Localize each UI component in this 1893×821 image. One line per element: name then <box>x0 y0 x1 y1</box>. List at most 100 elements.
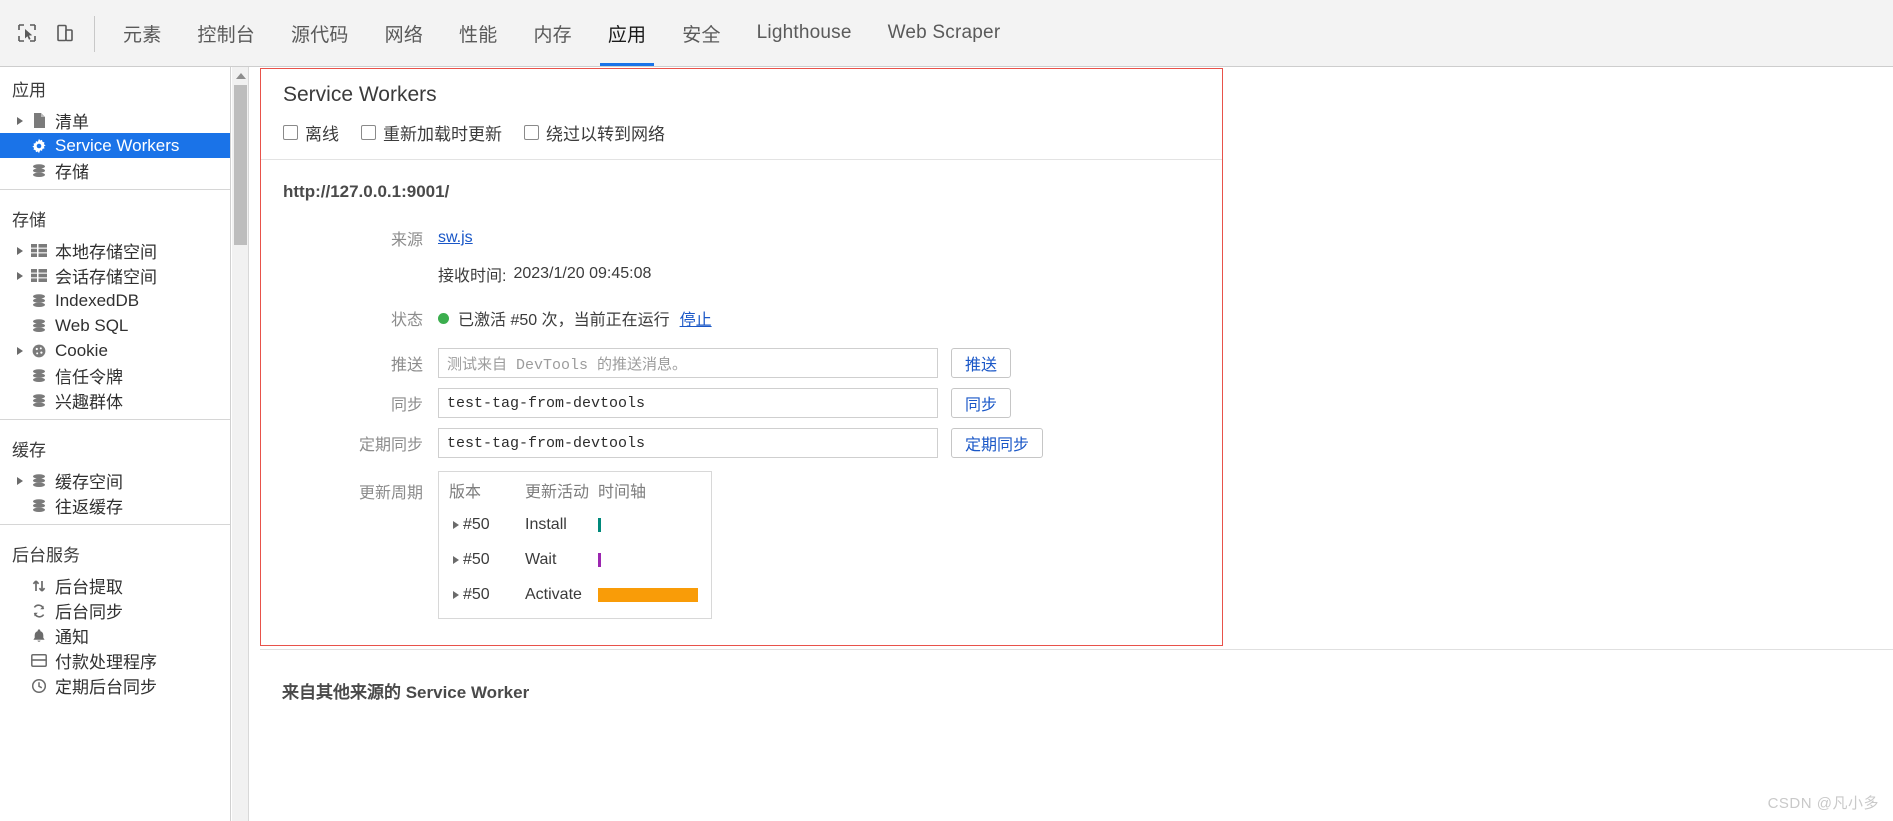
sidebar-item-session-storage[interactable]: 会话存储空间 <box>0 263 230 288</box>
row-activity: Activate <box>525 585 582 603</box>
chevron-right-icon[interactable] <box>12 117 28 125</box>
sidebar-item-interest-groups[interactable]: 兴趣群体 <box>0 388 230 413</box>
chevron-right-icon[interactable] <box>12 347 28 355</box>
source-file-link[interactable]: sw.js <box>438 229 473 247</box>
sidebar-item-label: 往返缓存 <box>55 498 123 517</box>
sync-input[interactable]: test-tag-from-devtools <box>438 388 938 418</box>
tab-elements[interactable]: 元素 <box>105 0 179 66</box>
tab-application[interactable]: 应用 <box>590 0 664 66</box>
periodic-sync-input[interactable]: test-tag-from-devtools <box>438 428 938 458</box>
table-row[interactable]: #50 Activate <box>439 577 711 612</box>
sidebar-item-label: 缓存空间 <box>55 473 123 492</box>
sidebar-item-local-storage[interactable]: 本地存储空间 <box>0 238 230 263</box>
scroll-up-arrow-icon[interactable] <box>232 67 249 84</box>
sidebar-item-label: 后台同步 <box>55 603 123 622</box>
push-button[interactable]: 推送 <box>951 348 1012 378</box>
row-version: #50 <box>463 515 490 533</box>
device-toolbar-icon[interactable] <box>46 0 84 66</box>
stop-link[interactable]: 停止 <box>680 306 712 330</box>
sidebar-item-label: Service Workers <box>55 135 180 155</box>
application-sidebar: 应用 清单 Service Workers 存储 存储 本地存储空间 会话存储空… <box>0 67 231 821</box>
update-on-reload-checkbox-row[interactable]: 重新加载时更新 <box>361 120 502 145</box>
sidebar-item-back-forward-cache[interactable]: 往返缓存 <box>0 493 230 518</box>
sidebar-item-storage[interactable]: 存储 <box>0 158 230 183</box>
row-version: #50 <box>463 585 490 603</box>
tab-sources[interactable]: 源代码 <box>273 0 367 66</box>
sidebar-item-manifest[interactable]: 清单 <box>0 108 230 133</box>
offline-checkbox-row[interactable]: 离线 <box>283 120 339 145</box>
sidebar-item-cache-storage[interactable]: 缓存空间 <box>0 468 230 493</box>
database-icon <box>28 498 50 514</box>
sidebar-item-background-fetch[interactable]: 后台提取 <box>0 573 230 598</box>
chevron-right-icon[interactable] <box>449 521 463 529</box>
watermark: CSDN @凡小多 <box>1767 795 1879 812</box>
sync-icon <box>28 603 50 619</box>
update-cycle-table: 版本 更新活动 时间轴 #50 Install #50 Wait #50 Act… <box>438 471 712 619</box>
sidebar-item-periodic-background-sync[interactable]: 定期后台同步 <box>0 673 230 698</box>
chevron-right-icon[interactable] <box>12 247 28 255</box>
source-label: 来源 <box>390 232 423 249</box>
sync-button[interactable]: 同步 <box>951 388 1012 418</box>
sync-row: 同步 test-tag-from-devtools 同步 <box>283 388 1222 418</box>
chevron-right-icon[interactable] <box>12 477 28 485</box>
table-row[interactable]: #50 Wait <box>439 542 711 577</box>
update-cycle-row: 更新周期 版本 更新活动 时间轴 #50 Install #50 Wait #5… <box>283 471 1222 619</box>
database-icon <box>28 393 50 409</box>
update-on-reload-checkbox[interactable] <box>361 125 376 140</box>
chevron-right-icon[interactable] <box>12 272 28 280</box>
source-row: 来源 sw.js <box>283 224 1222 252</box>
push-row: 推送 测试来自 DevTools 的推送消息。 推送 <box>283 348 1222 378</box>
tab-performance[interactable]: 性能 <box>441 0 515 66</box>
sidebar-item-label: 信任令牌 <box>55 368 123 387</box>
sidebar-group-header: 应用 <box>12 81 46 100</box>
timeline-bar <box>598 517 601 532</box>
sidebar-item-payment-handler[interactable]: 付款处理程序 <box>0 648 230 673</box>
sidebar-group-header: 缓存 <box>12 441 46 460</box>
service-worker-details: http://127.0.0.1:9001/ 来源 sw.js 接收时间: 20… <box>261 160 1222 645</box>
service-worker-origin: http://127.0.0.1:9001/ <box>283 182 450 201</box>
received-value: 2023/1/20 09:45:08 <box>513 265 652 282</box>
other-origins-section: 来自其他来源的 Service Worker <box>260 649 1893 703</box>
offline-label: 离线 <box>305 125 339 144</box>
column-header-version: 版本 <box>449 483 482 501</box>
row-activity: Install <box>525 515 567 533</box>
sidebar-item-cookie[interactable]: Cookie <box>0 338 230 363</box>
sidebar-item-label: 定期后台同步 <box>55 678 157 697</box>
sidebar-item-trust-tokens[interactable]: 信任令牌 <box>0 363 230 388</box>
sync-label: 同步 <box>390 397 423 414</box>
sidebar-item-label: 本地存储空间 <box>55 243 157 262</box>
update-cycle-label: 更新周期 <box>358 485 423 502</box>
offline-checkbox[interactable] <box>283 125 298 140</box>
tab-lighthouse[interactable]: Lighthouse <box>739 0 870 66</box>
other-origins-title: 来自其他来源的 Service Worker <box>282 683 530 702</box>
tab-web-scraper[interactable]: Web Scraper <box>870 0 1019 66</box>
database-icon <box>28 293 50 309</box>
sidebar-item-label: 通知 <box>55 628 89 647</box>
tab-network[interactable]: 网络 <box>367 0 441 66</box>
sidebar-item-service-workers[interactable]: Service Workers <box>0 133 230 158</box>
periodic-sync-label: 定期同步 <box>358 437 423 454</box>
panel-vertical-scrollbar[interactable] <box>232 67 249 821</box>
inspect-element-icon[interactable] <box>8 0 46 66</box>
push-input[interactable]: 测试来自 DevTools 的推送消息。 <box>438 348 938 378</box>
sidebar-item-indexeddb[interactable]: IndexedDB <box>0 288 230 313</box>
sidebar-item-web-sql[interactable]: Web SQL <box>0 313 230 338</box>
tab-memory[interactable]: 内存 <box>515 0 589 66</box>
table-row[interactable]: #50 Install <box>439 507 711 542</box>
chevron-right-icon[interactable] <box>449 591 463 599</box>
status-row: 状态 已激活 #50 次，当前正在运行 停止 <box>283 304 1222 332</box>
sidebar-item-notifications[interactable]: 通知 <box>0 623 230 648</box>
chevron-right-icon[interactable] <box>449 556 463 564</box>
sidebar-group-header: 存储 <box>12 211 46 230</box>
sidebar-item-label: 付款处理程序 <box>55 653 157 672</box>
gear-icon <box>28 138 50 154</box>
cookie-icon <box>28 343 50 359</box>
periodic-sync-button[interactable]: 定期同步 <box>951 428 1044 458</box>
received-row: 接收时间: 2023/1/20 09:45:08 <box>283 260 1222 288</box>
sidebar-item-background-sync[interactable]: 后台同步 <box>0 598 230 623</box>
scrollbar-thumb[interactable] <box>233 85 247 245</box>
tab-security[interactable]: 安全 <box>664 0 738 66</box>
bypass-for-network-checkbox[interactable] <box>524 125 539 140</box>
bypass-for-network-checkbox-row[interactable]: 绕过以转到网络 <box>524 120 665 145</box>
tab-console[interactable]: 控制台 <box>179 0 273 66</box>
